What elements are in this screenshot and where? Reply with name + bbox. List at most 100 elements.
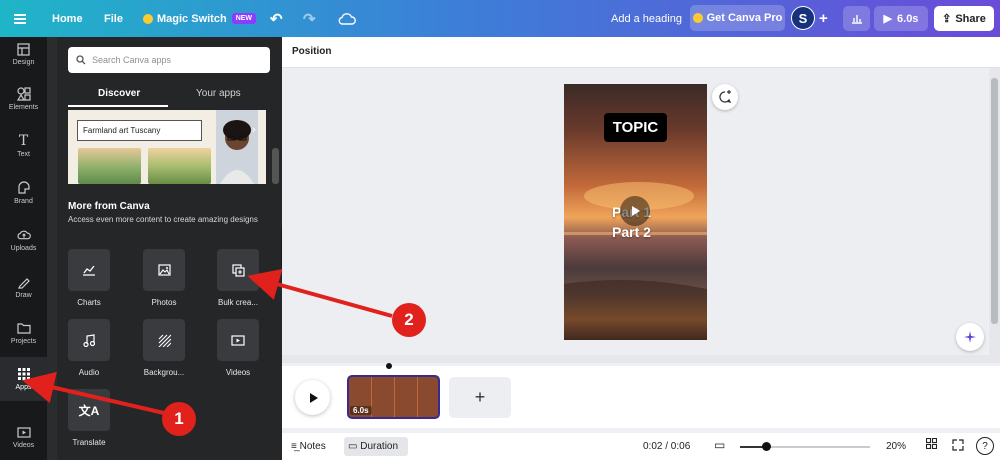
- magic-switch-label: Magic Switch: [157, 12, 227, 25]
- new-badge: NEW: [231, 13, 257, 24]
- app-tile-translate[interactable]: 文A: [68, 389, 110, 431]
- tab-discover[interactable]: Discover: [98, 88, 140, 99]
- help-icon[interactable]: ?: [976, 437, 994, 455]
- top-toolbar: Home File Magic Switch NEW ↶ ↷ Add a hea…: [0, 0, 1000, 37]
- rail-label: Uploads: [10, 245, 37, 252]
- tab-underline: [68, 105, 168, 107]
- rail-item-projects[interactable]: Projects: [0, 311, 47, 355]
- home-button[interactable]: Home: [52, 0, 83, 37]
- play-button[interactable]: ▶ 6.0s: [874, 6, 928, 31]
- rail-label: Apps: [15, 384, 32, 391]
- video-icon: [231, 334, 245, 346]
- folder-icon: [16, 321, 31, 335]
- search-input[interactable]: Search Canva apps: [68, 47, 270, 73]
- add-collaborator-icon[interactable]: +: [819, 0, 828, 37]
- vertical-scroll-thumb[interactable]: [991, 78, 998, 324]
- video-icon: [16, 425, 31, 439]
- notes-button[interactable]: ≡̲ Notes: [291, 441, 326, 452]
- notes-icon: ≡̲: [291, 441, 297, 452]
- magic-switch-button[interactable]: Magic Switch NEW: [143, 0, 257, 37]
- horizontal-scrollbar[interactable]: [282, 355, 1000, 363]
- zoom-slider-handle[interactable]: [762, 442, 771, 451]
- cloud-save-icon[interactable]: [338, 0, 356, 37]
- app-tile-charts[interactable]: [68, 249, 110, 291]
- redo-icon[interactable]: ↷: [303, 0, 316, 37]
- design-part2-text[interactable]: Part 2: [612, 224, 651, 240]
- chevron-right-icon[interactable]: ›: [252, 124, 256, 136]
- rail-label: Design: [12, 59, 35, 66]
- grid-icon: [17, 367, 31, 381]
- app-label: Charts: [77, 298, 101, 307]
- fullscreen-icon[interactable]: [952, 439, 964, 454]
- duration-label: Duration: [360, 441, 399, 452]
- rail-label: Brand: [14, 198, 33, 205]
- rail-item-videos[interactable]: Videos: [0, 415, 47, 459]
- brand-icon: [17, 181, 31, 195]
- position-button[interactable]: Position: [292, 46, 331, 57]
- app-tile-photos[interactable]: [143, 249, 185, 291]
- magic-assistant-icon[interactable]: [956, 323, 984, 351]
- clip-duration: 6.0s: [350, 406, 372, 415]
- get-pro-label: Get Canva Pro: [706, 12, 783, 24]
- grid-view-icon[interactable]: [925, 437, 938, 452]
- play-icon: ▶: [883, 13, 893, 25]
- rail-item-elements[interactable]: Elements: [0, 77, 47, 121]
- app-tile-videos[interactable]: [217, 319, 259, 361]
- crown-icon: [143, 13, 153, 24]
- more-from-canva-desc: Access even more content to create amazi…: [68, 215, 258, 224]
- app-label: Backgrou...: [143, 368, 185, 377]
- app-tile-backgrounds[interactable]: [143, 319, 185, 361]
- rail-item-uploads[interactable]: Uploads: [0, 218, 47, 262]
- line-chart-icon: [83, 265, 95, 276]
- text-icon: T: [18, 133, 29, 149]
- music-note-icon: [83, 333, 95, 347]
- panel-scrollbar[interactable]: [270, 37, 281, 460]
- timeline-play-button[interactable]: [295, 380, 330, 415]
- pages-view-icon[interactable]: ▭: [714, 438, 725, 452]
- rail-label: Text: [17, 151, 30, 158]
- zoom-percent[interactable]: 20%: [886, 441, 906, 452]
- cloud-upload-icon: [17, 228, 31, 242]
- app-tile-audio[interactable]: [68, 319, 110, 361]
- rail-label: Elements: [8, 104, 39, 111]
- add-comment-icon[interactable]: [712, 84, 738, 110]
- get-pro-button[interactable]: Get Canva Pro: [690, 5, 785, 31]
- bulk-create-icon: [231, 263, 245, 277]
- more-from-canva-title: More from Canva: [68, 201, 150, 212]
- rail-label: Videos: [12, 442, 35, 449]
- image-icon: [157, 264, 171, 276]
- share-button[interactable]: ⇪ Share: [934, 6, 994, 31]
- rail-item-draw[interactable]: Draw: [0, 265, 47, 309]
- rail-label: Projects: [10, 338, 37, 345]
- tuscany-art-1: [78, 148, 141, 184]
- rail-item-design[interactable]: Design: [0, 32, 47, 76]
- duration-button[interactable]: ▭ Duration: [348, 441, 398, 452]
- tuscany-art-2: [148, 148, 211, 184]
- play-duration: 6.0s: [897, 12, 919, 25]
- undo-icon[interactable]: ↶: [270, 0, 283, 37]
- panel-tabs: Discover Your apps: [68, 84, 270, 107]
- app-label: Translate: [72, 438, 106, 447]
- add-clip-button[interactable]: +: [449, 377, 511, 418]
- app-tile-bulk-create[interactable]: [217, 249, 259, 291]
- app-label: Photos: [151, 298, 177, 307]
- design-title[interactable]: Add a heading: [611, 0, 682, 37]
- insights-icon[interactable]: [843, 6, 870, 31]
- share-icon: ⇪: [942, 13, 952, 25]
- design-topic-text[interactable]: TOPIC: [604, 113, 667, 142]
- app-label: Audio: [78, 368, 100, 377]
- panel-scroll-thumb[interactable]: [272, 148, 279, 184]
- play-icon: [309, 392, 318, 403]
- shapes-icon: [16, 87, 31, 101]
- video-play-icon[interactable]: [620, 196, 650, 226]
- rail-item-brand[interactable]: Brand: [0, 171, 47, 215]
- annotation-badge-2: 2: [392, 303, 426, 337]
- file-menu[interactable]: File: [104, 0, 123, 37]
- app-label: Videos: [225, 368, 251, 377]
- rail-item-text[interactable]: T Text: [0, 124, 47, 168]
- search-placeholder: Search Canva apps: [92, 55, 172, 65]
- tab-your-apps[interactable]: Your apps: [196, 88, 241, 99]
- avatar[interactable]: S: [791, 6, 815, 30]
- rail-item-apps[interactable]: Apps: [0, 357, 47, 401]
- playhead[interactable]: [386, 363, 392, 369]
